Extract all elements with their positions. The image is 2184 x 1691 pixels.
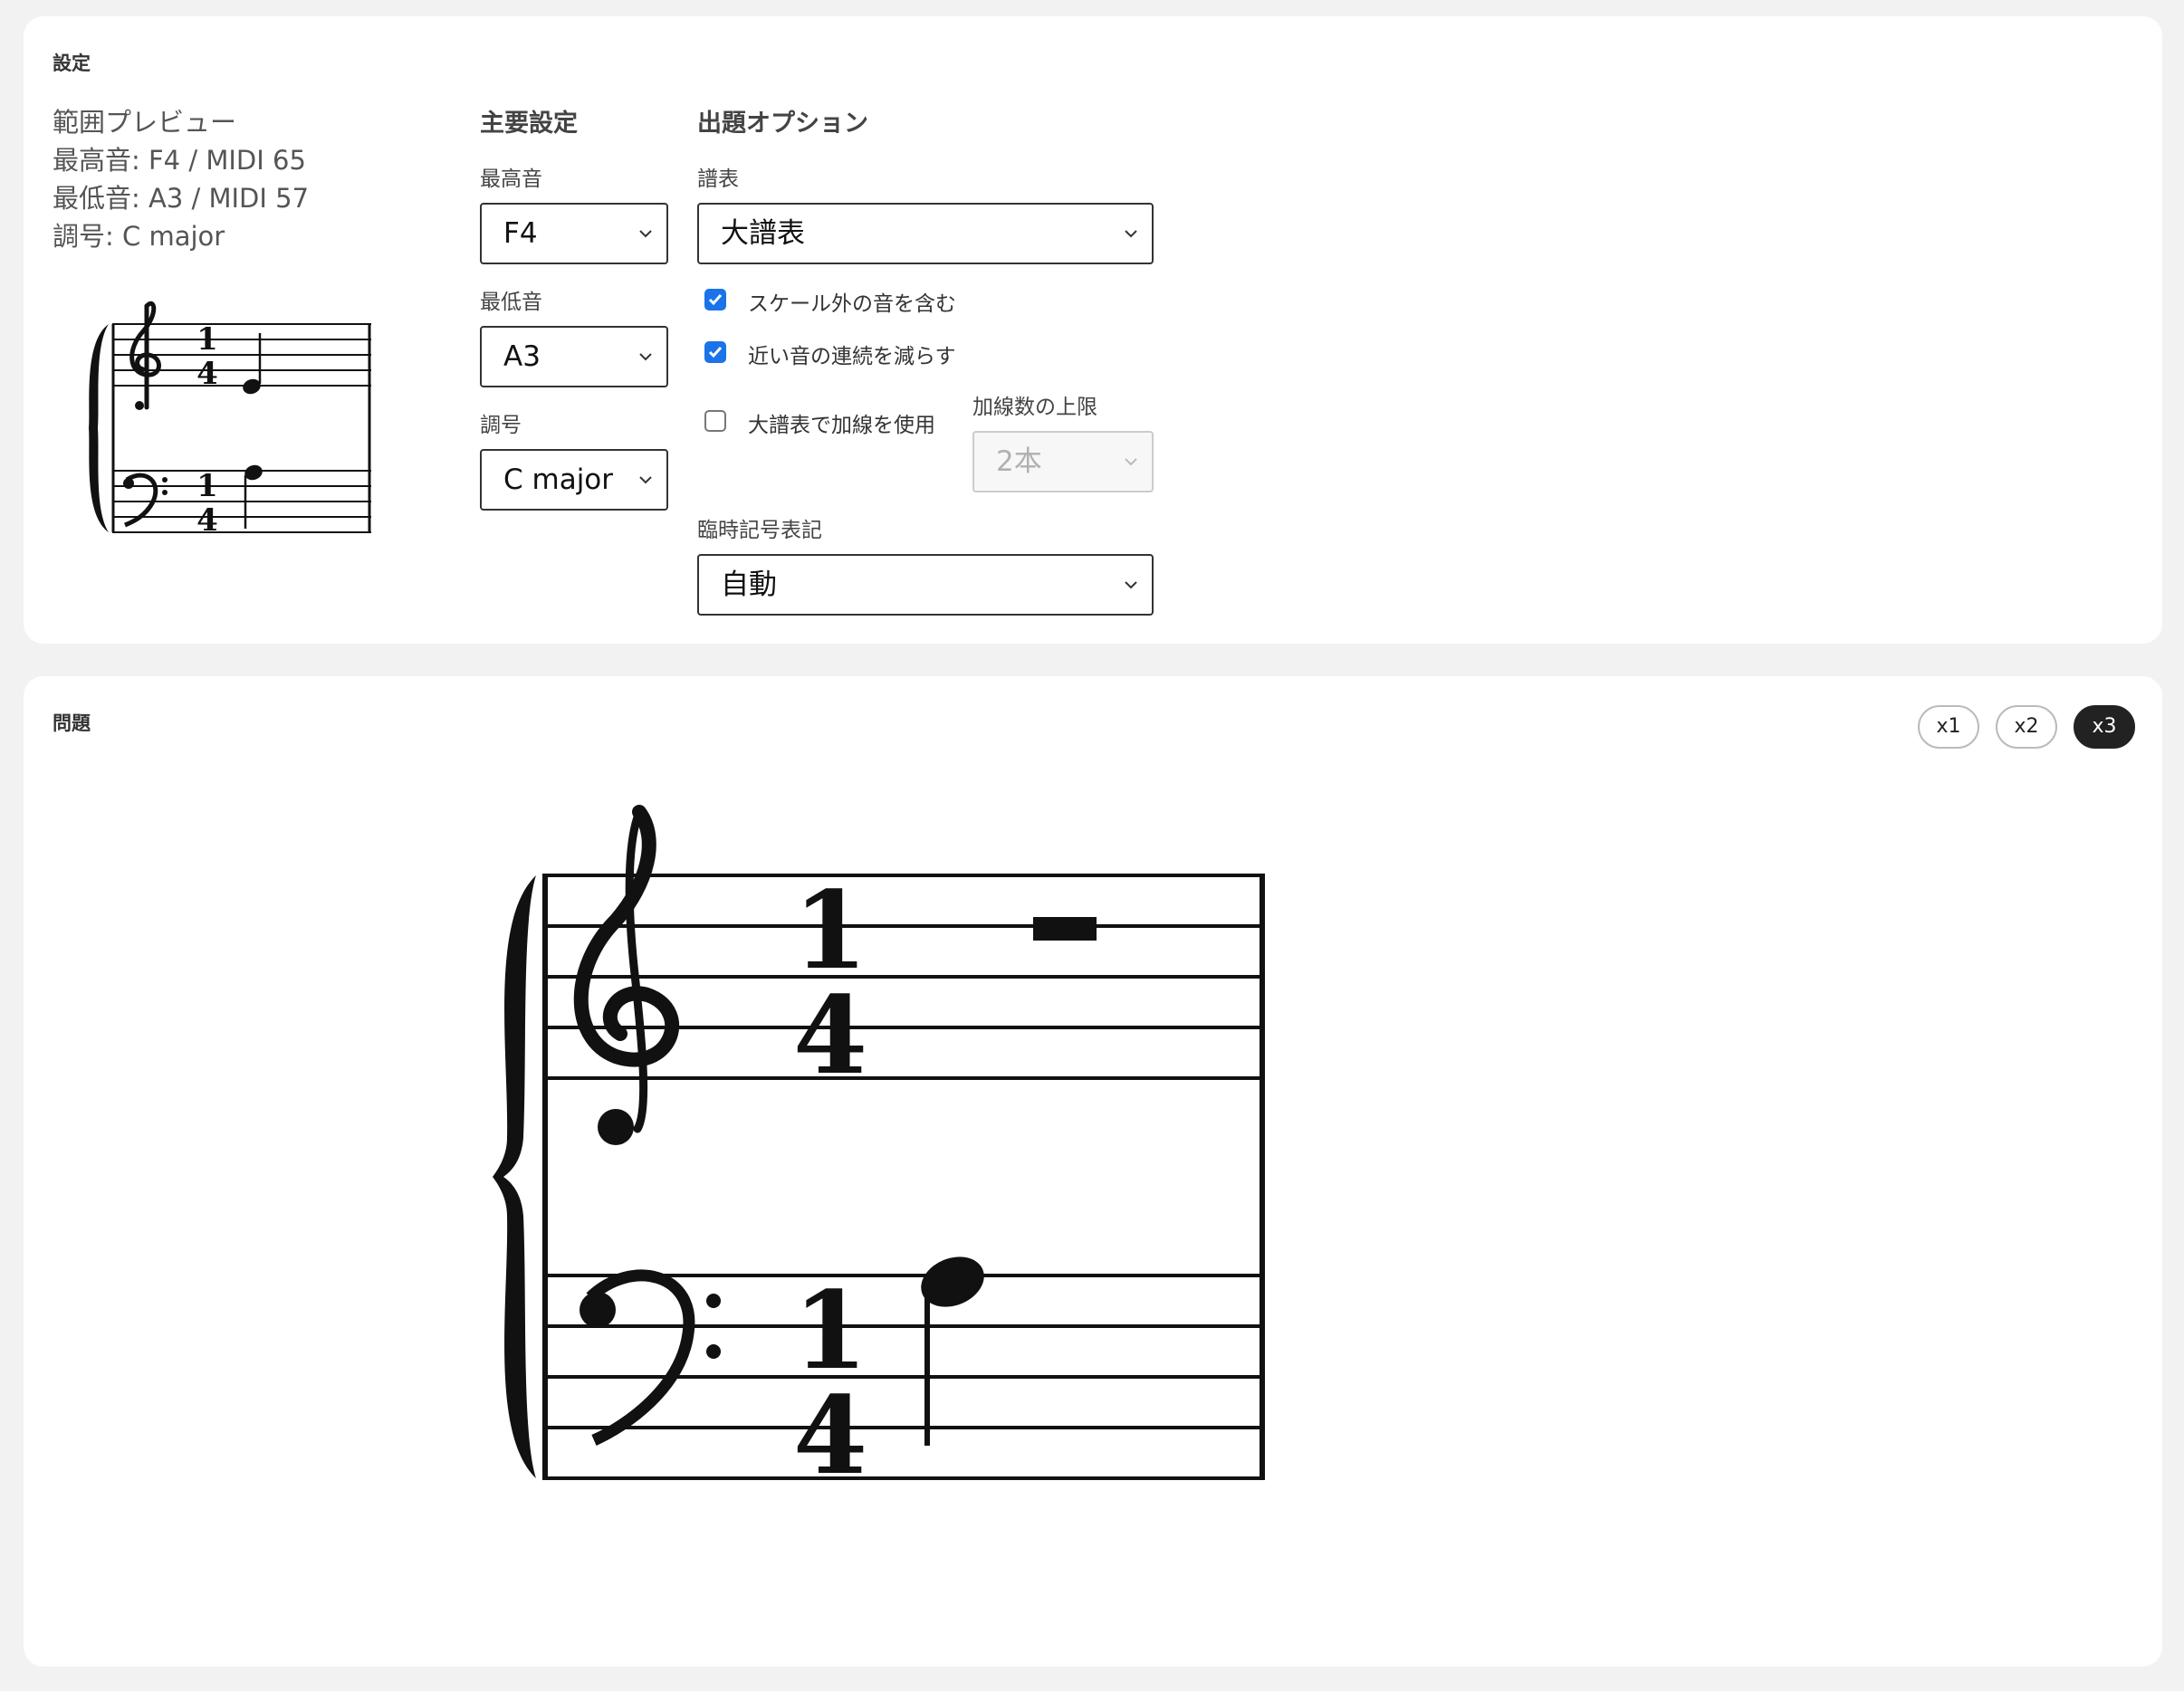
reduce-close-notes-label: 近い音の連続を減らす (748, 345, 956, 368)
brace-icon (89, 324, 109, 532)
problem-grand-staff: 1 4 1 4 (493, 805, 1265, 1491)
use-ledger-lines-label: 大譜表で加線を使用 (748, 414, 935, 437)
include-non-scale-label: スケール外の音を含む (748, 292, 956, 316)
accidental-notation-select[interactable]: 自動 (697, 554, 1154, 616)
main-settings-heading: 主要設定 (480, 110, 578, 138)
include-non-scale-checkbox[interactable] (704, 289, 726, 310)
treble-clef-icon (129, 301, 161, 410)
zoom-x1-button[interactable]: x1 (1918, 705, 1979, 749)
lowest-note-info: 最低音: A3 / MIDI 57 (53, 183, 310, 214)
highest-note-info: 最高音: F4 / MIDI 65 (53, 145, 306, 176)
key-signature-label: 調号 (480, 414, 522, 437)
bass-time-signature-bottom: 4 (793, 1372, 867, 1491)
range-preview-heading: 範囲プレビュー (53, 107, 237, 138)
preview-low-note (244, 464, 263, 529)
zoom-x2-button[interactable]: x2 (1996, 705, 2057, 749)
key-signature-select[interactable]: C major (480, 449, 668, 511)
time-signature-top: 1 (196, 321, 218, 358)
highest-note-label: 最高音 (480, 167, 542, 191)
chevron-down-icon (1125, 581, 1137, 589)
ledger-limit-value: 2本 (996, 445, 1042, 478)
problem-note (921, 1256, 984, 1446)
key-signature-value: C major (503, 463, 614, 496)
lowest-note-value: A3 (503, 340, 541, 373)
staff-value: 大譜表 (721, 217, 805, 250)
highest-note-select[interactable]: F4 (480, 203, 668, 264)
settings-card: 設定 範囲プレビュー 最高音: F4 / MIDI 65 最低音: A3 / M… (24, 16, 2162, 644)
key-signature-info: 調号: C major (53, 221, 225, 252)
check-icon (708, 347, 723, 358)
staff-label: 譜表 (697, 167, 739, 191)
lowest-note-label: 最低音 (480, 291, 542, 314)
ledger-limit-label: 加線数の上限 (972, 396, 1097, 419)
chevron-down-icon (639, 230, 652, 238)
check-icon (708, 294, 723, 306)
problem-title: 問題 (53, 712, 91, 734)
chevron-down-icon (639, 476, 652, 484)
range-preview-staff: 1 4 1 4 (89, 301, 371, 539)
zoom-x3-button[interactable]: x3 (2074, 705, 2135, 749)
bass-clef-icon (580, 1269, 721, 1446)
lowest-note-select[interactable]: A3 (480, 326, 668, 387)
chevron-down-icon (1125, 230, 1137, 238)
chevron-down-icon (639, 353, 652, 361)
highest-note-value: F4 (503, 217, 538, 250)
ledger-limit-select[interactable]: 2本 (972, 431, 1154, 492)
preview-high-note (243, 333, 262, 395)
bass-time-signature-top: 1 (196, 468, 218, 504)
accidental-notation-label: 臨時記号表記 (697, 519, 822, 542)
problem-card: 問題 x1 x2 x3 1 4 1 4 (24, 676, 2162, 1667)
time-signature-bottom: 4 (196, 356, 218, 392)
bass-time-signature-bottom: 4 (196, 502, 218, 539)
settings-title: 設定 (53, 53, 91, 74)
accidental-notation-value: 自動 (721, 568, 777, 601)
time-signature-bottom: 4 (793, 972, 867, 1098)
reduce-close-notes-checkbox[interactable] (704, 341, 726, 363)
quarter-rest (1033, 917, 1097, 941)
brace-icon (493, 875, 536, 1478)
question-options-heading: 出題オプション (697, 110, 868, 138)
use-ledger-lines-checkbox[interactable] (704, 410, 726, 432)
chevron-down-icon (1125, 458, 1137, 466)
staff-select[interactable]: 大譜表 (697, 203, 1154, 264)
